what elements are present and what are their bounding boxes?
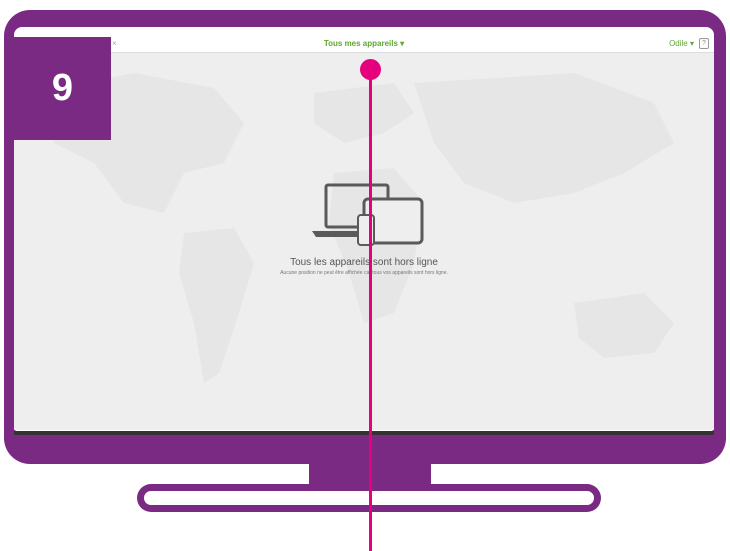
callout-pointer-dot	[360, 59, 381, 80]
offline-subtitle: Aucune position ne peut être affichée ca…	[280, 270, 448, 276]
devices-icon	[312, 183, 424, 246]
app-screen: × Tous mes appareils ▾ Odile ▾ ? Tous le…	[14, 37, 714, 430]
offline-title: Tous les appareils sont hors ligne	[290, 257, 438, 268]
app-toolbar: × Tous mes appareils ▾ Odile ▾ ?	[14, 37, 714, 53]
user-menu[interactable]: Odile ▾	[669, 39, 694, 48]
step-number-badge: 9	[14, 37, 111, 140]
callout-pointer-line	[369, 69, 372, 551]
help-icon[interactable]: ?	[699, 38, 709, 49]
device-selector[interactable]: Tous mes appareils ▾	[14, 39, 714, 48]
screen-bottom-edge	[14, 431, 714, 435]
